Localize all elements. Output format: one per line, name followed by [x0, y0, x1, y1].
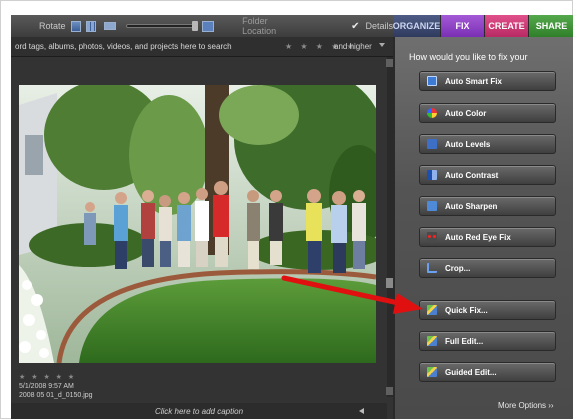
tab-organize[interactable]: ORGANIZE — [393, 15, 441, 37]
photo-date: 5/1/2008 9:57 AM — [19, 383, 74, 390]
thumbnail-size-slider[interactable] — [126, 21, 199, 31]
photo-thumbnail[interactable] — [19, 85, 376, 363]
rotate-left-icon[interactable] — [70, 20, 81, 32]
auto-red-eye-fix-button[interactable]: Auto Red Eye Fix — [419, 227, 556, 247]
tab-fix[interactable]: FIX — [441, 15, 485, 37]
levels-icon — [427, 139, 437, 149]
button-label: Full Edit... — [445, 336, 484, 346]
auto-sharpen-button[interactable]: Auto Sharpen — [419, 196, 556, 216]
crop-icon — [427, 263, 437, 273]
button-label: Auto Levels — [445, 139, 491, 149]
color-wheel-icon — [427, 108, 437, 118]
tab-share[interactable]: SHARE — [529, 15, 573, 37]
button-label: Guided Edit... — [445, 367, 497, 377]
application-window: Rotate Folder Location ✔ Details ORGANIZ… — [0, 0, 573, 419]
small-thumbnail-icon[interactable] — [104, 22, 117, 30]
button-label: Auto Red Eye Fix — [445, 232, 511, 242]
quick-fix-button[interactable]: Quick Fix... — [419, 300, 556, 320]
audio-caption-icon[interactable] — [359, 408, 364, 414]
auto-contrast-button[interactable]: Auto Contrast — [419, 165, 556, 185]
photo-rating-stars[interactable]: ★ ★ ★ ★ ★ — [19, 373, 93, 382]
more-options-link[interactable]: More Options ›› — [498, 401, 554, 410]
red-eye-icon — [427, 232, 437, 242]
auto-smart-fix-button[interactable]: Auto Smart Fix — [419, 71, 556, 91]
rotate-label: Rotate — [39, 21, 66, 31]
auto-levels-button[interactable]: Auto Levels — [419, 134, 556, 154]
mode-tabs: ORGANIZE FIX CREATE SHARE — [393, 15, 573, 37]
button-label: Quick Fix... — [445, 305, 488, 315]
fix-panel-title: How would you like to fix your — [409, 52, 528, 62]
media-browser: ord tags, albums, photos, videos, and pr… — [11, 37, 394, 419]
details-label: Details — [365, 21, 393, 31]
button-label: Crop... — [445, 263, 471, 273]
folder-location-button[interactable]: Folder Location — [242, 16, 299, 36]
auto-color-button[interactable]: Auto Color — [419, 103, 556, 123]
full-edit-button[interactable]: Full Edit... — [419, 331, 556, 351]
smart-fix-icon — [427, 76, 437, 86]
rotate-right-icon[interactable] — [85, 20, 97, 32]
group-photo-image[interactable] — [19, 85, 376, 363]
full-edit-icon — [427, 336, 437, 346]
more-options-label: More Options — [498, 401, 547, 410]
chevron-down-icon[interactable] — [379, 43, 385, 47]
search-hint-text: ord tags, albums, photos, videos, and pr… — [15, 42, 232, 51]
rating-filter-label[interactable]: and higher — [334, 42, 372, 51]
contrast-icon — [427, 170, 437, 180]
quick-fix-icon — [427, 305, 437, 315]
search-bar[interactable]: ord tags, albums, photos, videos, and pr… — [11, 37, 393, 57]
sharpen-icon — [427, 201, 437, 211]
large-thumbnail-icon[interactable] — [202, 20, 215, 32]
button-label: Auto Smart Fix — [445, 76, 502, 86]
crop-button[interactable]: Crop... — [419, 258, 556, 278]
photo-filename: 2008 05 01_d_0150.jpg — [19, 392, 93, 399]
slider-thumb[interactable] — [192, 21, 199, 31]
caption-input[interactable]: Click here to add caption — [155, 407, 243, 416]
double-chevron-right-icon: ›› — [548, 401, 554, 410]
button-label: Auto Sharpen — [445, 201, 498, 211]
browser-toolbar: Rotate Folder Location ✔ Details — [11, 15, 393, 37]
fix-panel: How would you like to fix your Auto Smar… — [393, 37, 573, 419]
guided-edit-button[interactable]: Guided Edit... — [419, 362, 556, 382]
details-checkbox[interactable]: ✔ Details — [351, 21, 393, 32]
button-label: Auto Contrast — [445, 170, 499, 180]
checkmark-icon: ✔ — [351, 20, 360, 32]
tab-create[interactable]: CREATE — [485, 15, 529, 37]
photo-metadata: ★ ★ ★ ★ ★ 5/1/2008 9:57 AM 2008 05 01_d_… — [19, 373, 93, 400]
button-label: Auto Color — [445, 108, 487, 118]
caption-bar: Click here to add caption — [11, 403, 387, 419]
guided-edit-icon — [427, 367, 437, 377]
